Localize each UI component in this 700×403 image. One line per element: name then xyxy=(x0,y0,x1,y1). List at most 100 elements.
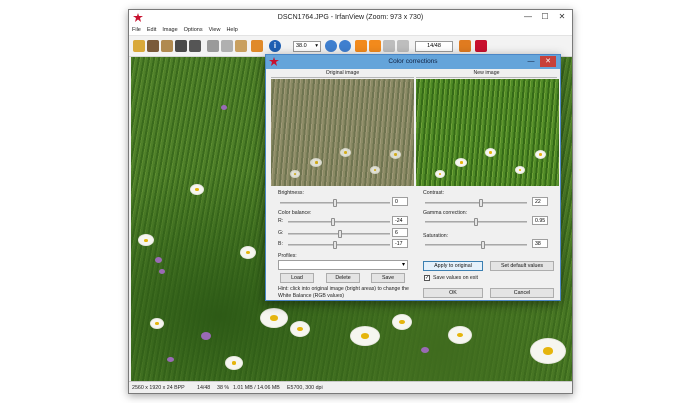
status-filesize: 1.01 MB / 14.06 MB xyxy=(233,385,280,391)
daisy xyxy=(531,339,565,363)
set-default-values-button[interactable]: Set default values xyxy=(490,261,554,271)
gamma-slider[interactable] xyxy=(425,218,527,226)
b-value[interactable]: -17 xyxy=(392,239,408,248)
daisy xyxy=(341,149,350,156)
b-slider[interactable] xyxy=(288,241,390,249)
daisy xyxy=(449,327,471,343)
zoom-out-icon[interactable] xyxy=(339,40,351,52)
g-value[interactable]: 6 xyxy=(392,228,408,237)
daisy xyxy=(391,151,400,158)
saturation-slider[interactable] xyxy=(425,241,527,249)
save-icon[interactable] xyxy=(175,40,187,52)
saturation-value[interactable]: 38 xyxy=(532,239,548,248)
menu-image[interactable]: Image xyxy=(159,26,180,33)
next-icon[interactable] xyxy=(369,40,381,52)
cancel-button[interactable]: Cancel xyxy=(490,288,554,298)
purple-flower xyxy=(167,357,174,362)
page-counter[interactable]: 14/48 xyxy=(415,41,453,52)
contrast-thumb[interactable] xyxy=(479,199,484,207)
load-button[interactable]: Load xyxy=(280,273,314,283)
menu-view[interactable]: View xyxy=(206,26,224,33)
prev-icon[interactable] xyxy=(355,40,367,52)
purple-flower xyxy=(155,257,162,263)
status-zoom: 38 % xyxy=(217,385,230,391)
purple-flower xyxy=(201,332,211,340)
dialog-close-button[interactable]: ✕ xyxy=(540,56,556,67)
contrast-slider[interactable] xyxy=(425,199,527,207)
zoom-in-icon[interactable] xyxy=(325,40,337,52)
save-button[interactable]: Save xyxy=(371,273,405,283)
daisy xyxy=(241,247,255,258)
maximize-button[interactable]: ☐ xyxy=(537,11,553,24)
dialog-title: Color corrections xyxy=(388,58,438,65)
apply-to-original-button[interactable]: Apply to original xyxy=(423,261,483,271)
gamma-thumb[interactable] xyxy=(474,218,478,226)
last-icon[interactable] xyxy=(397,40,409,52)
daisy xyxy=(261,309,287,327)
menu-bar: File Edit Image Options View Help xyxy=(129,26,572,36)
zoom-combo[interactable]: 38.0 ▾ xyxy=(293,41,321,52)
settings-icon[interactable] xyxy=(459,40,471,52)
daisy xyxy=(191,185,203,194)
exit-icon[interactable] xyxy=(475,40,487,52)
gamma-label: Gamma correction: xyxy=(423,210,468,216)
daisy xyxy=(486,149,495,156)
paste-icon[interactable] xyxy=(235,40,247,52)
copy-icon[interactable] xyxy=(221,40,233,52)
menu-help[interactable]: Help xyxy=(223,26,240,33)
contrast-label: Contrast: xyxy=(423,190,445,196)
profiles-combo[interactable]: ▾ xyxy=(278,260,408,270)
ok-button[interactable]: OK xyxy=(423,288,483,298)
brightness-label: Brightness: xyxy=(278,190,304,196)
zoom-value: 38.0 xyxy=(296,43,307,49)
menu-edit[interactable]: Edit xyxy=(144,26,159,33)
dialog-title-bar[interactable]: Color corrections — ✕ xyxy=(266,55,560,69)
minimize-button[interactable]: — xyxy=(520,11,536,24)
open-icon[interactable] xyxy=(133,40,145,52)
dialog-minimize-button[interactable]: — xyxy=(524,56,538,67)
thumbnails-icon[interactable] xyxy=(161,40,173,52)
original-image-preview[interactable] xyxy=(271,79,414,186)
b-thumb[interactable] xyxy=(332,241,337,249)
r-thumb[interactable] xyxy=(330,218,335,226)
daisy xyxy=(151,319,163,328)
r-label: R: xyxy=(278,218,284,224)
daisy xyxy=(393,315,411,329)
r-value[interactable]: -24 xyxy=(392,216,408,225)
g-slider[interactable] xyxy=(288,230,390,238)
brightness-slider[interactable] xyxy=(280,199,390,207)
brightness-value[interactable]: 0 xyxy=(392,197,408,206)
purple-flower xyxy=(221,105,227,110)
menu-options[interactable]: Options xyxy=(181,26,206,33)
save-values-label: Save values on exit xyxy=(433,275,478,281)
saturation-thumb[interactable] xyxy=(481,241,486,249)
print-icon[interactable] xyxy=(189,40,201,52)
purple-flower xyxy=(159,269,165,274)
delete-button[interactable]: Delete xyxy=(326,273,360,283)
r-slider[interactable] xyxy=(288,218,390,226)
first-icon[interactable] xyxy=(383,40,395,52)
title-bar[interactable]: DSCN1764.JPG - IrfanView (Zoom: 973 x 73… xyxy=(129,10,572,26)
close-button[interactable]: ✕ xyxy=(554,11,570,24)
daisy xyxy=(291,322,309,336)
status-index: 14/48 xyxy=(197,385,211,391)
save-values-checkbox[interactable]: ✓ xyxy=(424,275,430,281)
cut-icon[interactable] xyxy=(207,40,219,52)
purple-flower xyxy=(421,347,429,353)
daisy xyxy=(311,159,321,166)
contrast-value[interactable]: 22 xyxy=(532,197,548,206)
profiles-label: Profiles: xyxy=(278,253,297,259)
g-thumb[interactable] xyxy=(338,230,343,238)
original-image-label: Original image xyxy=(271,70,414,78)
hint-text: Hint: click into original image (bright … xyxy=(278,286,409,299)
slideshow-icon[interactable] xyxy=(147,40,159,52)
g-label: G: xyxy=(278,230,284,236)
menu-file[interactable]: File xyxy=(129,26,144,33)
chevron-down-icon: ▾ xyxy=(315,43,318,49)
info-icon[interactable]: i xyxy=(269,40,281,52)
undo-icon[interactable] xyxy=(251,40,263,52)
gamma-value[interactable]: 0.95 xyxy=(532,216,548,225)
color-balance-label: Color balance: xyxy=(278,210,312,216)
brightness-thumb[interactable] xyxy=(333,199,337,207)
b-label: B: xyxy=(278,241,283,247)
